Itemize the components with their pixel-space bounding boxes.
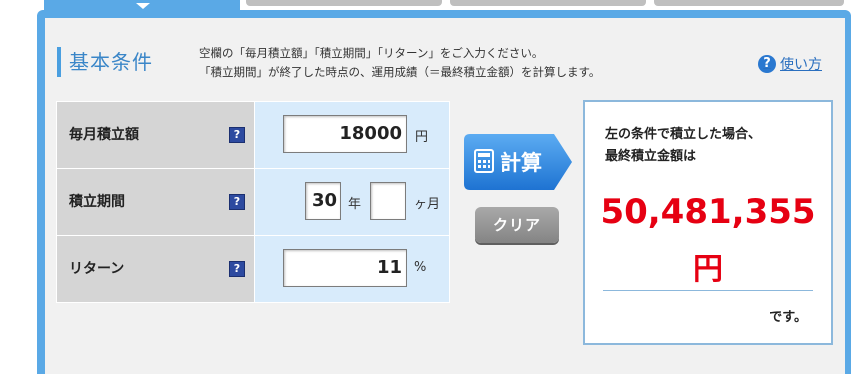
result-intro-line-1: 左の条件で積立した場合、 (605, 127, 762, 142)
yen-unit: 円 (415, 130, 429, 145)
section-title: 基本条件 (57, 47, 153, 77)
tab-3[interactable] (450, 0, 646, 6)
result-intro: 左の条件で積立した場合、 最終積立金額は (605, 124, 761, 168)
value-cell: 11 % (254, 235, 450, 303)
result-suffix: です。 (769, 310, 807, 325)
months-input[interactable] (370, 182, 406, 220)
percent-unit: % (414, 260, 427, 275)
label-cell: 毎月積立額 ? (56, 101, 255, 169)
question-icon[interactable]: ? (229, 261, 245, 277)
help-label: 使い方 (780, 57, 822, 73)
input-table: 毎月積立額 ? 18000 円 積立期間 ? 30 年 ヶ月 リターン ? 11… (56, 101, 450, 303)
monthly-amount-input[interactable]: 18000 (283, 115, 407, 153)
row-period: 積立期間 ? 30 年 ヶ月 (56, 168, 450, 236)
question-icon[interactable]: ? (229, 127, 245, 143)
description-line-2: 「積立期間」が終了した時点の、運用成績（＝最終積立金額）を計算します。 (199, 65, 601, 79)
description-line-1: 空欄の「毎月積立額」「積立期間」「リターン」をご入力ください。 (199, 46, 544, 60)
years-input[interactable]: 30 (305, 182, 341, 220)
return-input[interactable]: 11 (283, 249, 407, 287)
help-link[interactable]: ? 使い方 (758, 54, 822, 74)
result-amount: 50,481,355 (600, 192, 816, 232)
years-unit: 年 (348, 197, 362, 212)
monthly-amount-label: 毎月積立額 (69, 127, 139, 143)
result-currency: 円 (693, 252, 723, 287)
row-monthly-amount: 毎月積立額 ? 18000 円 (56, 101, 450, 169)
label-cell: リターン ? (56, 235, 255, 303)
tab-4[interactable] (654, 0, 844, 6)
tab-arrow-icon (136, 3, 150, 9)
clear-button[interactable]: クリア (475, 207, 559, 243)
active-tab[interactable] (44, 0, 240, 14)
period-label: 積立期間 (69, 194, 125, 210)
return-label: リターン (69, 261, 125, 277)
value-cell: 18000 円 (254, 101, 450, 169)
value-cell: 30 年 ヶ月 (254, 168, 450, 236)
row-return: リターン ? 11 % (56, 235, 450, 303)
calculate-label: 計算 (500, 151, 542, 175)
help-icon: ? (758, 55, 776, 73)
description: 空欄の「毎月積立額」「積立期間」「リターン」をご入力ください。 「積立期間」が終… (199, 44, 600, 82)
calculate-button[interactable]: 計算 (464, 134, 572, 190)
label-cell: 積立期間 ? (56, 168, 255, 236)
tab-2[interactable] (246, 0, 442, 6)
result-box: 左の条件で積立した場合、 最終積立金額は 50,481,355 円 です。 (583, 100, 833, 345)
result-divider (603, 290, 813, 291)
question-icon[interactable]: ? (229, 194, 245, 210)
result-intro-line-2: 最終積立金額は (605, 149, 697, 164)
months-unit: ヶ月 (414, 197, 441, 212)
